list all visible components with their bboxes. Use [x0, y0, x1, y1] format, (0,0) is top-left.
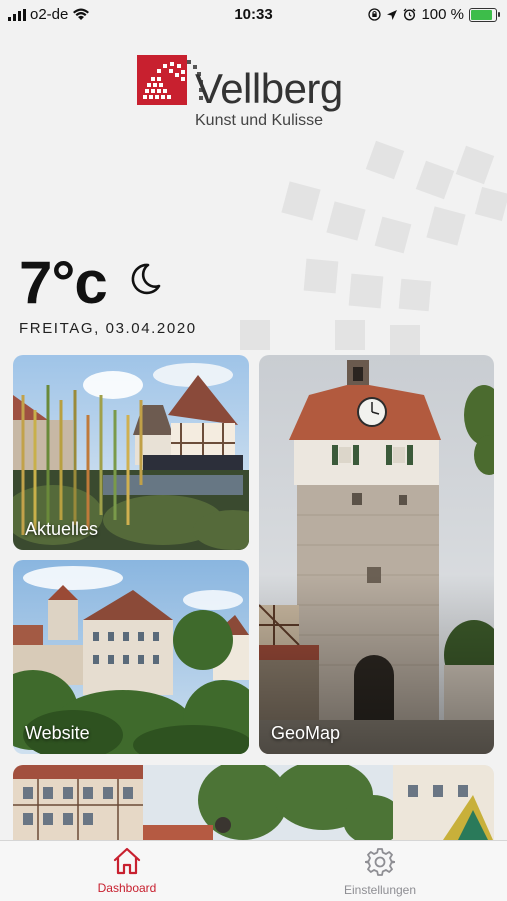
brand-tagline: Kunst und Kulisse	[195, 112, 324, 129]
partial-tile-photo	[13, 765, 494, 840]
status-bar: o2-de 10:33 100 %	[0, 0, 507, 30]
moon-icon	[131, 263, 161, 295]
tab-dashboard-label: Dashboard	[97, 881, 157, 895]
tile-partial[interactable]	[13, 765, 494, 840]
tab-einstellungen[interactable]: Einstellungen	[300, 847, 460, 897]
orientation-lock-icon	[368, 8, 382, 21]
gear-icon	[365, 848, 395, 876]
alarm-icon	[403, 8, 416, 21]
location-icon	[387, 9, 398, 20]
tile-geomap[interactable]: GeoMap	[259, 355, 494, 754]
tile-aktuelles[interactable]: Aktuelles	[13, 355, 249, 550]
tile-geomap-label: GeoMap	[271, 723, 341, 743]
tab-dashboard[interactable]: Dashboard	[47, 847, 207, 895]
temperature: 7°c	[19, 249, 108, 316]
brand-name: Vellberg	[195, 65, 343, 112]
logo-mark	[137, 55, 187, 105]
current-date: FREITAG, 03.04.2020	[19, 320, 197, 337]
tab-einstellungen-label: Einstellungen	[343, 883, 417, 897]
tile-website-label: Website	[25, 723, 90, 743]
tab-bar: Dashboard Einstellungen	[0, 840, 507, 901]
decorative-square-pattern	[240, 140, 507, 355]
battery-percent: 100 %	[421, 6, 464, 23]
battery-icon	[469, 7, 500, 22]
tile-website[interactable]: Website	[13, 560, 249, 754]
geomap-photo	[259, 355, 494, 754]
home-icon	[113, 847, 141, 875]
status-bar-right: 100 %	[368, 6, 500, 23]
tile-aktuelles-label: Aktuelles	[25, 519, 99, 539]
